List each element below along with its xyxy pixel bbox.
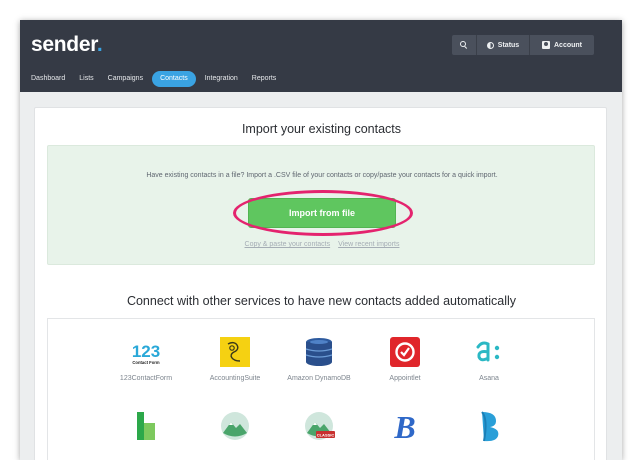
integration-blue-b[interactable]: B [360,409,450,445]
app-window: sender. Status Account Dashboard Lists C… [20,20,622,460]
account-button[interactable]: Account [530,35,594,55]
integration-basecamp-classic[interactable]: CLASSIC [274,409,364,443]
svg-text:B: B [393,409,415,443]
basecamp-classic-logo: CLASSIC [302,409,336,443]
status-icon [486,41,494,49]
integration-name: Amazon DynamoDB [287,375,351,382]
import-title: Import your existing contacts [241,122,402,136]
copy-paste-link[interactable]: Copy & paste your contacts [245,241,331,248]
integration-basecamp[interactable] [190,409,280,443]
svg-text:CLASSIC: CLASSIC [317,432,335,437]
svg-text:Contact Form: Contact Form [132,360,159,365]
integration-blue-ribbon[interactable] [444,409,534,443]
green-building-logo [129,409,163,443]
sender-logo[interactable]: sender. [31,33,103,57]
import-panel: Have existing contacts in a file? Import… [47,145,595,265]
status-label: Status [497,41,520,49]
basecamp-logo [218,409,252,443]
import-links: Copy & paste your contacts View recent im… [48,241,596,248]
integration-123contactform[interactable]: 123 Contact Form 123ContactForm [101,335,191,382]
integration-name: Asana [479,375,499,382]
account-icon [542,41,550,49]
connect-title: Connect with other services to have new … [126,294,517,308]
status-button[interactable]: Status [477,35,529,55]
asana-logo [472,335,506,369]
search-button[interactable] [452,35,476,55]
tab-integration[interactable]: Integration [200,71,243,87]
import-from-file-button[interactable]: Import from file [248,198,396,228]
tab-campaigns[interactable]: Campaigns [103,71,148,87]
header-utility-group: Status Account [452,35,594,55]
integration-name: 123ContactForm [119,375,173,382]
integration-appointlet[interactable]: Appointlet [360,335,450,382]
contacts-card: Import your existing contacts Have exist… [34,107,607,460]
view-recent-imports-link[interactable]: View recent imports [338,241,399,248]
top-bar: sender. Status Account Dashboard Lists C… [20,20,622,92]
import-description: Have existing contacts in a file? Import… [146,172,498,179]
integration-name: Appointlet [389,375,421,382]
account-label: Account [554,41,582,49]
tab-contacts[interactable]: Contacts [152,71,196,87]
tab-lists[interactable]: Lists [74,71,98,87]
main-nav: Dashboard Lists Campaigns Contacts Integ… [26,71,285,87]
integration-green-building[interactable] [101,409,191,443]
123contactform-logo: 123 Contact Form [129,335,163,369]
appointlet-logo [388,335,422,369]
integration-name: AccountingSuite [209,375,261,382]
integration-dynamodb[interactable]: Amazon DynamoDB [274,335,364,382]
search-icon [460,41,468,50]
dynamodb-logo [302,335,336,369]
blue-ribbon-logo [472,409,506,443]
tab-reports[interactable]: Reports [247,71,282,87]
blue-b-logo: B [388,409,422,445]
integration-accountingsuite[interactable]: AccountingSuite [190,335,280,382]
integrations-grid: 123 Contact Form 123ContactForm Accounti… [47,318,595,460]
tab-dashboard[interactable]: Dashboard [26,71,70,87]
accountingsuite-logo [218,335,252,369]
integration-asana[interactable]: Asana [444,335,534,382]
